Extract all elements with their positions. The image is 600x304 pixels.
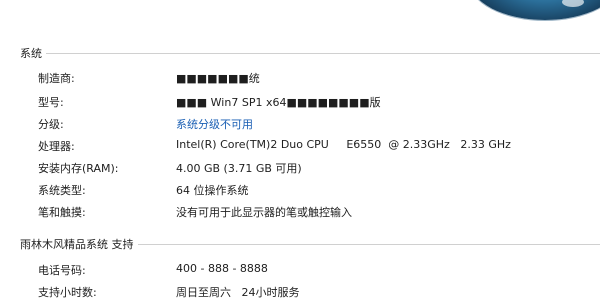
- phone-value: 400 - 888 - 8888: [176, 262, 268, 275]
- support-hours-row: 支持小时数: 周日至周六 24小时服务: [38, 284, 600, 300]
- processor-value: Intel(R) Core(TM)2 Duo CPU E6550 @ 2.33G…: [176, 138, 511, 151]
- pen-touch-row: 笔和触摸: 没有可用于此显示器的笔或触控输入: [38, 204, 600, 220]
- support-hours-value: 周日至周六 24小时服务: [176, 286, 300, 299]
- memory-label: 安装内存(RAM):: [38, 162, 119, 175]
- model-label: 型号:: [38, 96, 64, 109]
- memory-value: 4.00 GB (3.71 GB 可用): [176, 162, 302, 175]
- phone-label: 电话号码:: [38, 264, 86, 277]
- support-hours-label: 支持小时数:: [38, 286, 97, 299]
- rating-label: 分级:: [38, 118, 64, 131]
- windows-logo-orb: [470, 0, 600, 20]
- manufacturer-row: 制造商: ■■■■■■■统: [38, 70, 600, 86]
- support-section-title: 雨林木风精品系统 支持: [20, 236, 138, 252]
- support-section-header: 雨林木风精品系统 支持: [20, 236, 600, 252]
- system-section-title: 系统: [20, 45, 46, 61]
- system-section-header: 系统: [20, 45, 600, 61]
- rating-row: 分级: 系统分级不可用: [38, 116, 600, 132]
- pen-touch-label: 笔和触摸:: [38, 206, 86, 219]
- system-type-value: 64 位操作系统: [176, 184, 249, 197]
- system-type-row: 系统类型: 64 位操作系统: [38, 182, 600, 198]
- memory-row: 安装内存(RAM): 4.00 GB (3.71 GB 可用): [38, 160, 600, 176]
- pen-touch-value: 没有可用于此显示器的笔或触控输入: [176, 206, 352, 219]
- model-value: ■■■ Win7 SP1 x64■■■■■■■■版: [176, 96, 381, 109]
- rating-link[interactable]: 系统分级不可用: [176, 116, 253, 132]
- manufacturer-value: ■■■■■■■统: [176, 72, 260, 85]
- model-row: 型号: ■■■ Win7 SP1 x64■■■■■■■■版: [38, 94, 600, 110]
- processor-row: 处理器: Intel(R) Core(TM)2 Duo CPU E6550 @ …: [38, 138, 600, 154]
- processor-label: 处理器:: [38, 140, 75, 153]
- phone-row: 电话号码: 400 - 888 - 8888: [38, 262, 600, 278]
- manufacturer-label: 制造商:: [38, 72, 75, 85]
- system-section-divider: [20, 53, 600, 54]
- orb-highlight: [562, 0, 584, 7]
- system-type-label: 系统类型:: [38, 184, 86, 197]
